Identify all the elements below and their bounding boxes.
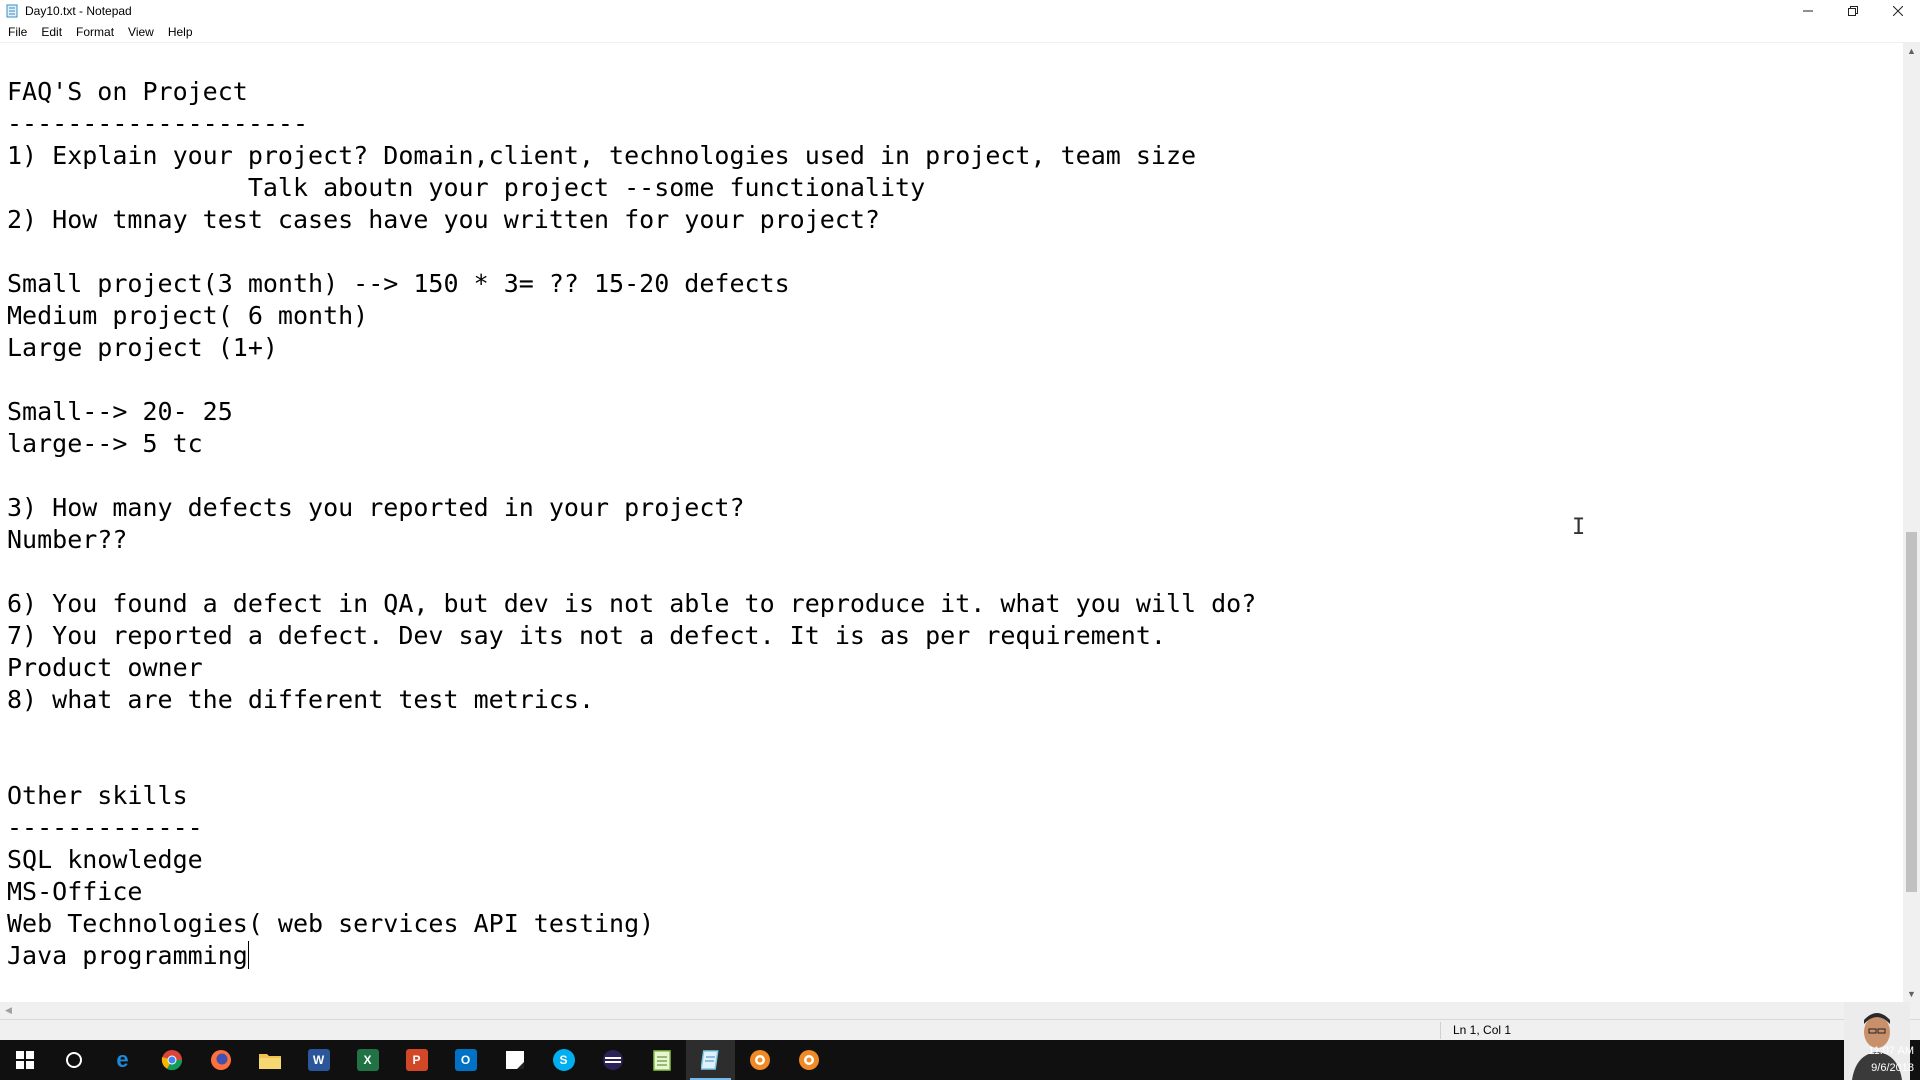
taskbar-word[interactable]: W xyxy=(294,1040,343,1080)
taskbar-powerpoint[interactable]: P xyxy=(392,1040,441,1080)
taskbar-chrome[interactable] xyxy=(147,1040,196,1080)
cortana-button[interactable] xyxy=(49,1040,98,1080)
clock-time: 11:07 AM xyxy=(1868,1045,1914,1057)
menu-help[interactable]: Help xyxy=(161,22,200,42)
text-caret xyxy=(247,941,249,969)
restore-icon xyxy=(1847,6,1858,16)
taskbar-notepad-plus[interactable] xyxy=(637,1040,686,1080)
sticky-notes-icon xyxy=(505,1051,524,1069)
vertical-scroll-thumb[interactable] xyxy=(1906,532,1917,892)
notepad-icon xyxy=(5,4,19,18)
firefox-icon xyxy=(210,1050,231,1070)
taskbar-orange-app-1[interactable] xyxy=(735,1040,784,1080)
orange-app-icon xyxy=(798,1050,819,1070)
ibeam-cursor-icon: I xyxy=(1572,515,1586,540)
cursor-position: Ln 1, Col 1 xyxy=(1453,1023,1512,1037)
taskbar-eclipse[interactable] xyxy=(588,1040,637,1080)
minimize-icon xyxy=(1802,10,1813,12)
notepad-plus-icon xyxy=(652,1050,671,1071)
folder-icon xyxy=(258,1054,281,1069)
document-body: FAQ'S on Project -------------------- 1)… xyxy=(7,77,1257,970)
notepad-icon xyxy=(700,1050,719,1070)
scroll-left-icon[interactable]: ◀ xyxy=(0,1002,17,1019)
menu-edit[interactable]: Edit xyxy=(34,22,69,42)
clock[interactable]: 11:07 AM 9/6/2018 xyxy=(1868,1043,1914,1077)
start-button[interactable] xyxy=(0,1040,49,1080)
windows-logo-icon xyxy=(15,1051,34,1069)
taskbar: e W X P O S 11:07 AM 9/6/2018 xyxy=(0,1002,1920,1080)
edge-icon: e xyxy=(116,1047,129,1072)
clock-date: 9/6/2018 xyxy=(1871,1062,1914,1074)
taskbar-firefox[interactable] xyxy=(196,1040,245,1080)
menu-view[interactable]: View xyxy=(121,22,161,42)
window-title: Day10.txt - Notepad xyxy=(25,4,132,18)
skype-icon: S xyxy=(552,1049,575,1071)
status-bar: Ln 1, Col 1 xyxy=(0,1019,1920,1041)
taskbar-edge[interactable]: e xyxy=(98,1040,147,1080)
taskbar-excel[interactable]: X xyxy=(343,1040,392,1080)
menu-file[interactable]: File xyxy=(0,22,34,42)
taskbar-file-explorer[interactable] xyxy=(245,1040,294,1080)
taskbar-outlook[interactable]: O xyxy=(441,1040,490,1080)
notepad-window: Day10.txt - Notepad File Edit Format Vie… xyxy=(0,0,1920,1080)
cortana-icon xyxy=(65,1052,82,1068)
chrome-icon xyxy=(161,1050,182,1071)
taskbar-notepad[interactable] xyxy=(686,1040,735,1080)
powerpoint-icon: P xyxy=(405,1049,428,1071)
taskbar-orange-app-2[interactable] xyxy=(784,1040,833,1080)
title-bar[interactable]: Day10.txt - Notepad xyxy=(0,0,1920,22)
menu-bar: File Edit Format View Help xyxy=(0,22,1920,42)
orange-app-icon xyxy=(749,1050,770,1070)
system-tray: 11:07 AM 9/6/2018 xyxy=(1690,1002,1920,1080)
menu-format[interactable]: Format xyxy=(69,22,121,42)
status-separator xyxy=(1440,1022,1441,1039)
taskbar-sticky-notes[interactable] xyxy=(490,1040,539,1080)
close-button[interactable] xyxy=(1875,0,1920,22)
scroll-up-icon[interactable]: ▲ xyxy=(1903,42,1920,59)
word-icon: W xyxy=(307,1049,330,1071)
horizontal-scrollbar[interactable]: ◀ ▶ xyxy=(0,1002,1903,1019)
text-editor[interactable]: FAQ'S on Project -------------------- 1)… xyxy=(0,42,1903,1003)
document-text[interactable]: FAQ'S on Project -------------------- 1)… xyxy=(7,76,1256,972)
vertical-scrollbar[interactable]: ▲ ▼ xyxy=(1903,42,1920,1002)
minimize-button[interactable] xyxy=(1785,0,1830,22)
restore-button[interactable] xyxy=(1830,0,1875,22)
close-icon xyxy=(1892,6,1903,16)
scroll-down-icon[interactable]: ▼ xyxy=(1903,985,1920,1002)
window-controls xyxy=(1785,0,1920,22)
eclipse-icon xyxy=(602,1050,623,1070)
taskbar-skype[interactable]: S xyxy=(539,1040,588,1080)
outlook-icon: O xyxy=(454,1049,477,1071)
excel-icon: X xyxy=(356,1049,379,1071)
